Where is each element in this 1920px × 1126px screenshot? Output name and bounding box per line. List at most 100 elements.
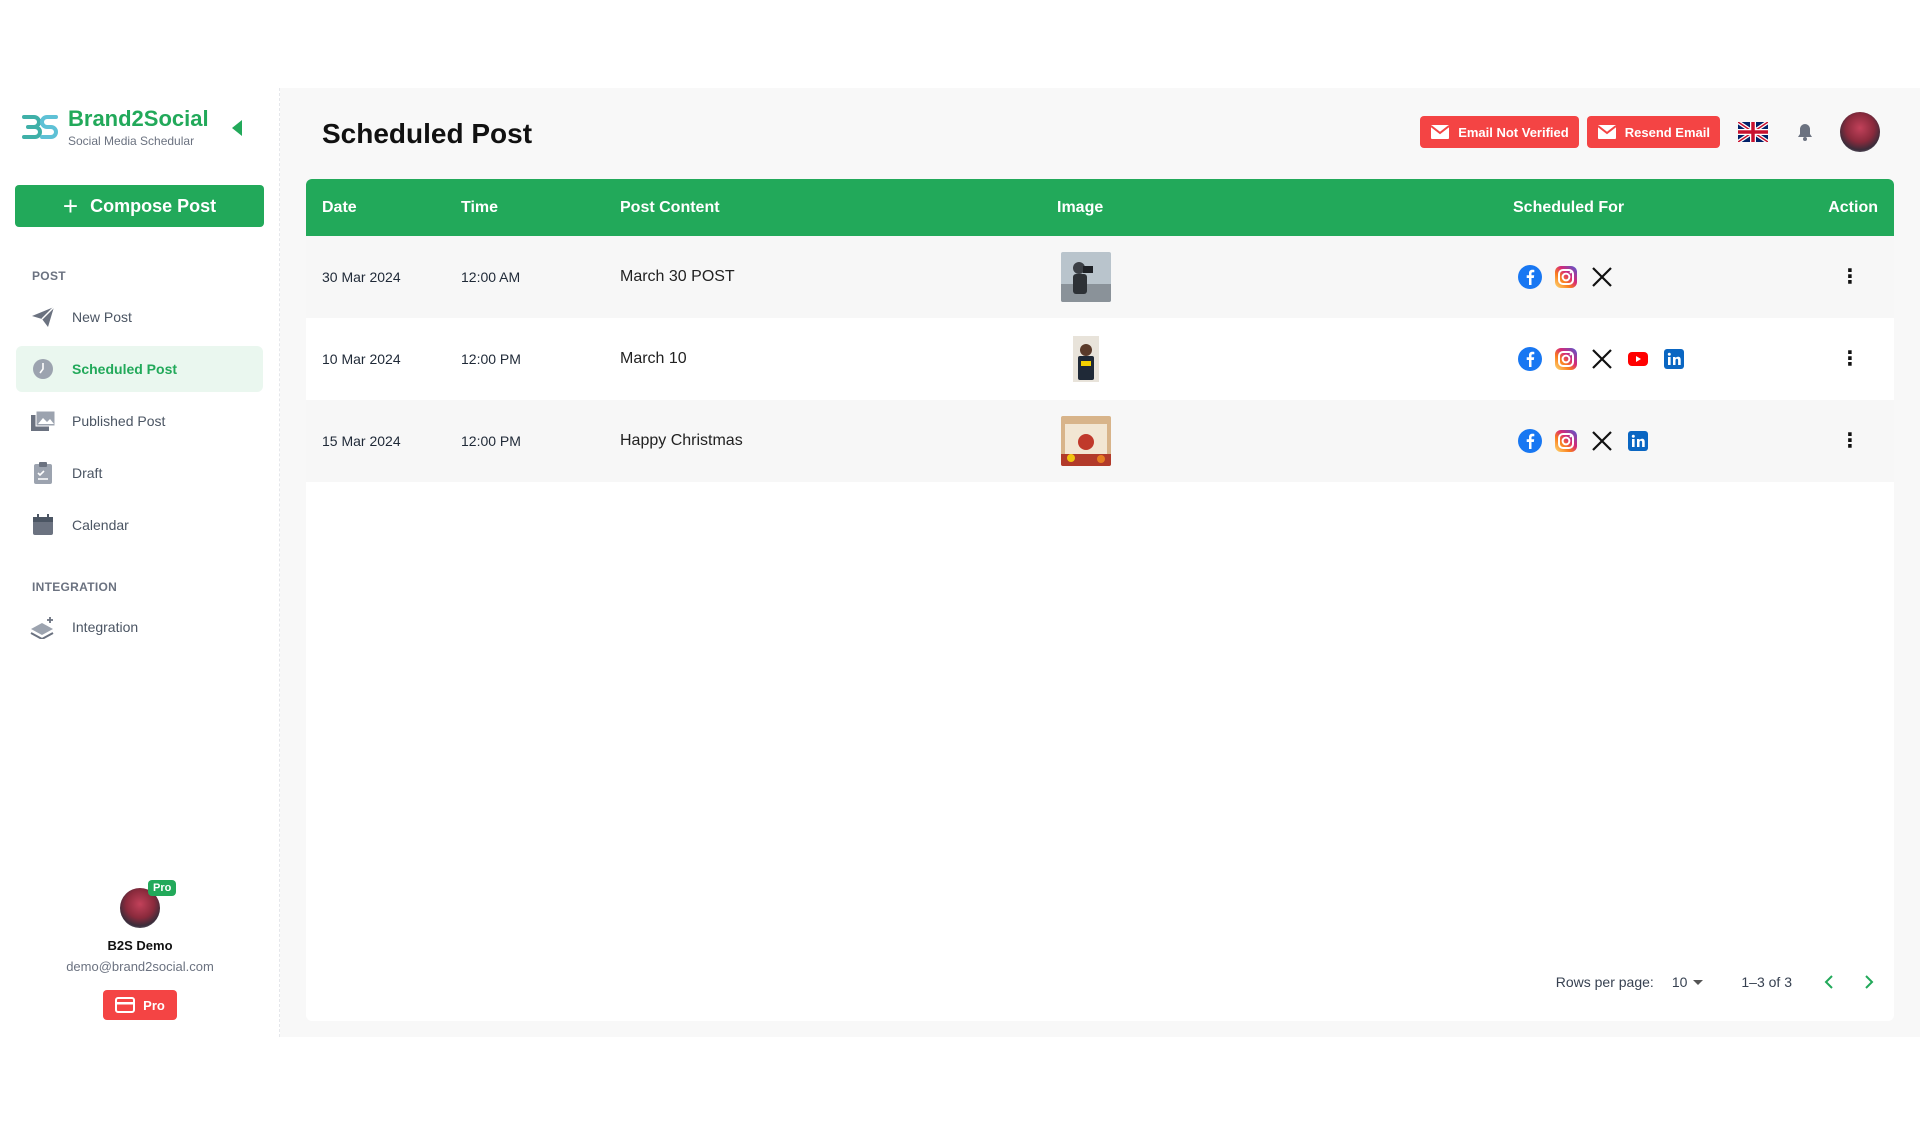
cell-content: March 10 <box>620 350 687 367</box>
profile-email: demo@brand2social.com <box>66 959 214 974</box>
app-shell: Brand2Social Social Media Schedular + Co… <box>0 88 1920 1037</box>
linkedin-icon <box>1625 428 1651 454</box>
cell-content: March 30 POST <box>620 268 735 285</box>
x-icon <box>1589 264 1615 290</box>
profile-name: B2S Demo <box>107 938 173 953</box>
chevron-right-icon <box>1865 975 1874 989</box>
cell-date: 15 Mar 2024 <box>322 433 401 449</box>
post-image-thumbnail[interactable] <box>1061 252 1111 302</box>
pro-plan-label: Pro <box>143 997 165 1013</box>
youtube-icon <box>1625 346 1651 372</box>
row-actions-menu-icon[interactable]: ⋮ <box>1840 349 1860 369</box>
scheduled-posts-table: Date Time Post Content Image Scheduled F… <box>306 179 1894 1021</box>
clock-icon <box>30 356 56 382</box>
previous-page-button[interactable] <box>1816 969 1842 995</box>
sidebar-item-draft[interactable]: Draft <box>16 450 263 496</box>
sidebar: Brand2Social Social Media Schedular + Co… <box>0 88 280 1037</box>
rows-per-page-value: 10 <box>1671 974 1688 990</box>
email-not-verified-button[interactable]: Email Not Verified <box>1420 116 1579 148</box>
page-title: Scheduled Post <box>322 118 533 149</box>
calendar-icon <box>30 512 56 538</box>
rows-per-page-label: Rows per page: <box>1555 974 1654 990</box>
sidebar-item-new-post[interactable]: New Post <box>16 294 263 340</box>
chevron-down-icon <box>1693 979 1704 985</box>
brand-name: Brand2Social <box>68 106 209 131</box>
mail-icon <box>1430 125 1450 139</box>
compose-post-label: Compose Post <box>90 195 217 216</box>
section-label-integration: INTEGRATION <box>32 580 118 594</box>
sidebar-item-scheduled-post[interactable]: Scheduled Post <box>16 346 263 392</box>
resend-email-button[interactable]: Resend Email <box>1586 116 1720 148</box>
chevron-left-icon <box>1824 975 1833 989</box>
pro-plan-button[interactable]: Pro <box>103 990 177 1020</box>
collapse-sidebar-icon[interactable] <box>232 120 242 136</box>
x-icon <box>1589 428 1615 454</box>
cell-date: 10 Mar 2024 <box>322 351 401 367</box>
bell-icon[interactable] <box>1794 121 1816 143</box>
column-header-scheduled-for[interactable]: Scheduled For <box>1513 199 1624 217</box>
x-icon <box>1589 346 1615 372</box>
brand-subtitle: Social Media Schedular <box>68 134 195 148</box>
facebook-icon <box>1517 428 1543 454</box>
linkedin-icon <box>1661 346 1687 372</box>
layers-icon <box>30 614 56 640</box>
platform-icons <box>1517 428 1651 454</box>
cell-time: 12:00 PM <box>461 433 521 449</box>
table-row[interactable]: 15 Mar 2024 12:00 PM Happy Christmas ⋮ <box>306 400 1894 482</box>
pagination: Rows per page: 10 1–3 of 3 <box>1556 969 1894 995</box>
mail-icon <box>1597 125 1617 139</box>
sidebar-item-integration[interactable]: Integration <box>16 604 263 650</box>
platform-icons <box>1517 346 1687 372</box>
rows-per-page-select[interactable]: 10 <box>1672 974 1704 990</box>
instagram-icon <box>1553 346 1579 372</box>
sidebar-item-label: Draft <box>72 465 103 481</box>
instagram-icon <box>1553 428 1579 454</box>
facebook-icon <box>1517 346 1543 372</box>
sidebar-item-label: Published Post <box>72 413 166 429</box>
pro-badge: Pro <box>148 880 177 896</box>
sidebar-item-label: Scheduled Post <box>72 361 178 377</box>
paper-plane-icon <box>30 304 56 330</box>
cell-time: 12:00 PM <box>461 351 521 367</box>
cell-content: Happy Christmas <box>620 432 743 449</box>
column-header-action[interactable]: Action <box>1828 199 1878 217</box>
row-actions-menu-icon[interactable]: ⋮ <box>1840 431 1860 451</box>
brand-logo-icon <box>20 107 60 147</box>
clipboard-icon <box>30 460 56 486</box>
column-header-image[interactable]: Image <box>1057 199 1103 217</box>
post-image-thumbnail[interactable] <box>1061 416 1111 466</box>
post-image-thumbnail[interactable] <box>1061 334 1111 384</box>
gallery-icon <box>30 408 56 434</box>
row-actions-menu-icon[interactable]: ⋮ <box>1840 267 1860 287</box>
sidebar-item-published-post[interactable]: Published Post <box>16 398 263 444</box>
instagram-icon <box>1553 264 1579 290</box>
column-header-time[interactable]: Time <box>461 199 498 217</box>
sidebar-item-calendar[interactable]: Calendar <box>16 502 263 548</box>
resend-email-label: Resend Email <box>1624 124 1710 140</box>
table-row[interactable]: 30 Mar 2024 12:00 AM March 30 POST ⋮ <box>306 236 1894 318</box>
credit-card-icon <box>115 997 136 1013</box>
column-header-date[interactable]: Date <box>322 199 357 217</box>
sidebar-item-label: Integration <box>72 619 139 635</box>
email-not-verified-label: Email Not Verified <box>1458 124 1569 140</box>
sidebar-item-label: New Post <box>72 309 132 325</box>
sidebar-item-label: Calendar <box>72 517 129 533</box>
main-content: Scheduled Post Email Not Verified Resend… <box>280 88 1920 1037</box>
platform-icons <box>1517 264 1615 290</box>
cell-time: 12:00 AM <box>461 269 521 285</box>
facebook-icon <box>1517 264 1543 290</box>
table-row[interactable]: 10 Mar 2024 12:00 PM March 10 ⋮ <box>306 318 1894 400</box>
user-profile: Pro B2S Demo demo@brand2social.com Pro <box>0 880 280 1020</box>
header-actions: Email Not Verified Resend Email <box>1420 112 1880 152</box>
brand[interactable]: Brand2Social Social Media Schedular <box>20 106 209 148</box>
cell-date: 30 Mar 2024 <box>322 269 401 285</box>
next-page-button[interactable] <box>1856 969 1882 995</box>
compose-post-button[interactable]: + Compose Post <box>15 185 264 227</box>
plus-icon: + <box>62 191 79 221</box>
section-label-post: POST <box>32 269 66 283</box>
uk-flag-icon[interactable] <box>1738 122 1768 142</box>
pagination-range: 1–3 of 3 <box>1741 974 1792 990</box>
column-header-content[interactable]: Post Content <box>620 199 720 217</box>
user-avatar[interactable] <box>1840 112 1880 152</box>
table-header: Date Time Post Content Image Scheduled F… <box>306 179 1894 236</box>
